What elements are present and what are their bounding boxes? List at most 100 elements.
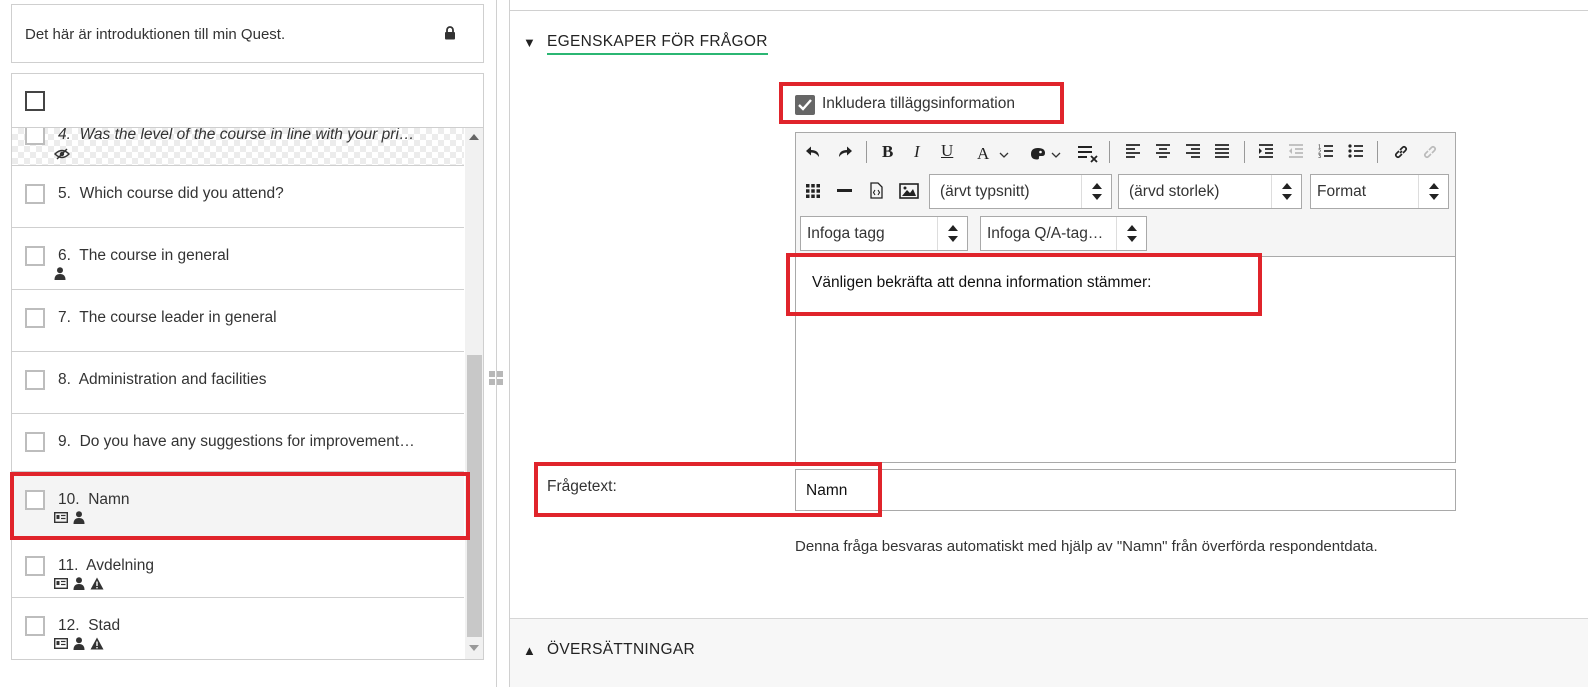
- question-checkbox[interactable]: [25, 370, 45, 390]
- question-checkbox[interactable]: [25, 308, 45, 328]
- format-select[interactable]: Format: [1310, 174, 1449, 209]
- person-icon: [73, 577, 85, 590]
- insert-tag-select[interactable]: Infoga tagg: [800, 216, 968, 251]
- splitter-divider: [496, 0, 497, 687]
- question-checkbox[interactable]: [25, 432, 45, 452]
- chevron-down-icon[interactable]: [999, 152, 1009, 159]
- italic-icon[interactable]: I: [914, 143, 920, 161]
- intro-box[interactable]: Det här är introduktionen till min Quest…: [11, 4, 484, 63]
- warning-icon: [90, 637, 104, 650]
- question-text-label: Frågetext:: [547, 478, 617, 495]
- splitter-divider: [509, 0, 510, 687]
- question-row-5[interactable]: 5. Which course did you attend?: [12, 166, 464, 228]
- font-size-select[interactable]: (ärvd storlek): [1118, 174, 1302, 209]
- respondent-data-icon: [54, 512, 68, 523]
- svg-text:3: 3: [1318, 154, 1321, 158]
- question-row-9[interactable]: 9. Do you have any suggestions for impro…: [12, 414, 464, 472]
- respondent-data-icon: [54, 638, 68, 649]
- question-title: 11. Avdelning: [58, 557, 154, 574]
- checkmark-icon: [798, 99, 812, 111]
- include-additional-info-checkbox[interactable]: [795, 95, 815, 115]
- align-left-icon[interactable]: [1125, 144, 1141, 158]
- question-row-6[interactable]: 6. The course in general: [12, 228, 464, 290]
- bold-icon[interactable]: B: [882, 143, 893, 161]
- section-title-translations[interactable]: ÖVERSÄTTNINGAR: [547, 641, 695, 659]
- question-title: 9. Do you have any suggestions for impro…: [58, 433, 415, 450]
- numbered-list-icon[interactable]: 1 2 3: [1318, 144, 1334, 158]
- expand-triangle-icon[interactable]: ▲: [523, 643, 536, 658]
- collapse-triangle-icon[interactable]: ▼: [523, 35, 536, 50]
- scrollbar-thumb[interactable]: [467, 355, 482, 637]
- question-title: 5. Which course did you attend?: [58, 185, 284, 202]
- include-additional-info-label[interactable]: Inkludera tilläggsinformation: [822, 95, 1015, 113]
- select-spinner-icon: [1116, 217, 1146, 250]
- outdent-icon[interactable]: [1288, 144, 1304, 158]
- question-checkbox[interactable]: [25, 246, 45, 266]
- question-checkbox[interactable]: [25, 128, 45, 145]
- question-title: 7. The course leader in general: [58, 309, 277, 326]
- align-justify-icon[interactable]: [1214, 144, 1230, 158]
- question-row-8[interactable]: 8. Administration and facilities: [12, 352, 464, 414]
- insert-qa-tag-select-value: Infoga Q/A-tag…: [987, 225, 1104, 242]
- font-color-icon[interactable]: A: [977, 145, 989, 163]
- clear-formatting-icon[interactable]: [1077, 145, 1101, 163]
- image-icon[interactable]: [899, 183, 919, 199]
- rich-text-editor: B I U A 1 2 3 (ärvt typsnitt) (ärvd stor…: [795, 132, 1456, 463]
- editor-content-area[interactable]: Vänligen bekräfta att denna information …: [796, 256, 1455, 462]
- question-title: 10. Namn: [58, 491, 130, 509]
- align-right-icon[interactable]: [1185, 144, 1201, 158]
- indent-icon[interactable]: [1258, 144, 1274, 158]
- align-center-icon[interactable]: [1155, 144, 1171, 158]
- toolbar-separator: [1244, 141, 1245, 163]
- redo-icon[interactable]: [837, 145, 853, 159]
- background-color-palette-icon[interactable]: [1030, 147, 1046, 160]
- font-family-select[interactable]: (ärvt typsnitt): [929, 174, 1112, 209]
- question-checkbox[interactable]: [25, 184, 45, 204]
- section-title-question-properties[interactable]: EGENSKAPER FÖR FRÅGOR: [547, 33, 768, 55]
- table-grid-icon[interactable]: [805, 183, 821, 199]
- select-all-checkbox[interactable]: [25, 91, 45, 111]
- warning-icon: [90, 577, 104, 590]
- undo-icon[interactable]: [805, 145, 821, 159]
- chevron-down-icon[interactable]: [1051, 152, 1061, 159]
- select-spinner-icon: [937, 217, 967, 250]
- toolbar-separator: [866, 141, 867, 163]
- font-size-select-value: (ärvd storlek): [1129, 183, 1220, 200]
- question-checkbox[interactable]: [25, 556, 45, 576]
- font-family-select-value: (ärvt typsnitt): [940, 183, 1030, 200]
- scroll-up-arrow-icon[interactable]: [469, 134, 479, 140]
- question-row-10[interactable]: 10. Namn: [12, 472, 464, 538]
- insert-tag-select-value: Infoga tagg: [807, 225, 885, 242]
- link-icon[interactable]: [1393, 144, 1409, 160]
- person-icon: [54, 267, 66, 280]
- lock-icon: [445, 26, 455, 40]
- question-row-12[interactable]: 12. Stad: [12, 598, 464, 659]
- unlink-icon[interactable]: [1422, 144, 1438, 160]
- select-all-row: [11, 73, 484, 128]
- underline-icon[interactable]: U: [941, 142, 953, 160]
- question-row-11[interactable]: 11. Avdelning: [12, 538, 464, 598]
- respondent-data-icon: [54, 578, 68, 589]
- scroll-down-arrow-icon[interactable]: [469, 645, 479, 651]
- question-row-4[interactable]: 4. Was the level of the course in line w…: [12, 128, 464, 166]
- question-text-input[interactable]: Namn: [795, 469, 1456, 511]
- intro-text: Det här är introduktionen till min Quest…: [25, 26, 286, 43]
- question-checkbox[interactable]: [25, 490, 45, 510]
- question-text-value: Namn: [806, 482, 848, 499]
- question-checkbox[interactable]: [25, 616, 45, 636]
- question-title: 4. Was the level of the course in line w…: [58, 127, 415, 143]
- format-select-value: Format: [1317, 183, 1367, 200]
- drag-handle-icon[interactable]: [488, 370, 504, 386]
- editor-text: Vänligen bekräfta att denna information …: [812, 274, 1152, 291]
- question-list: 4. Was the level of the course in line w…: [11, 127, 484, 660]
- source-code-icon[interactable]: [870, 182, 883, 199]
- person-icon: [73, 637, 85, 650]
- horizontal-rule-icon[interactable]: [837, 189, 852, 193]
- question-row-7[interactable]: 7. The course leader in general: [12, 290, 464, 352]
- panel-top-border: [510, 10, 1588, 11]
- auto-answer-note: Denna fråga besvaras automatiskt med hjä…: [795, 538, 1378, 555]
- insert-qa-tag-select[interactable]: Infoga Q/A-tag…: [980, 216, 1147, 251]
- bullet-list-icon[interactable]: [1348, 144, 1364, 158]
- question-title: 6. The course in general: [58, 247, 230, 264]
- toolbar-separator: [1377, 141, 1378, 163]
